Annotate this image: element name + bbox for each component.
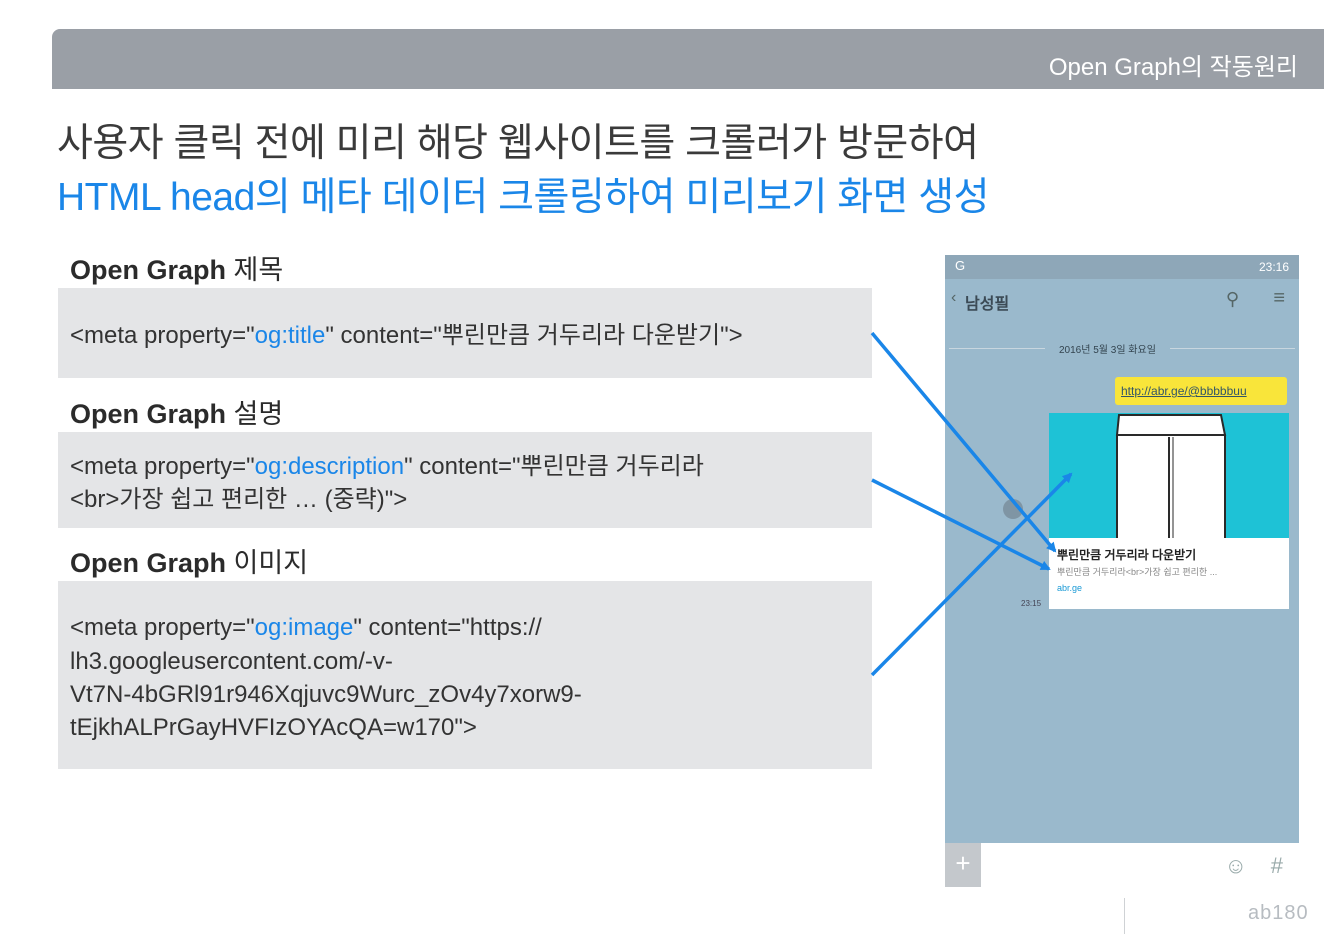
footer-divider <box>1124 898 1125 934</box>
connector-arrows <box>870 331 1073 677</box>
footer-logo: ab180 <box>1248 902 1309 924</box>
arrow-image-to-card <box>870 472 1073 677</box>
